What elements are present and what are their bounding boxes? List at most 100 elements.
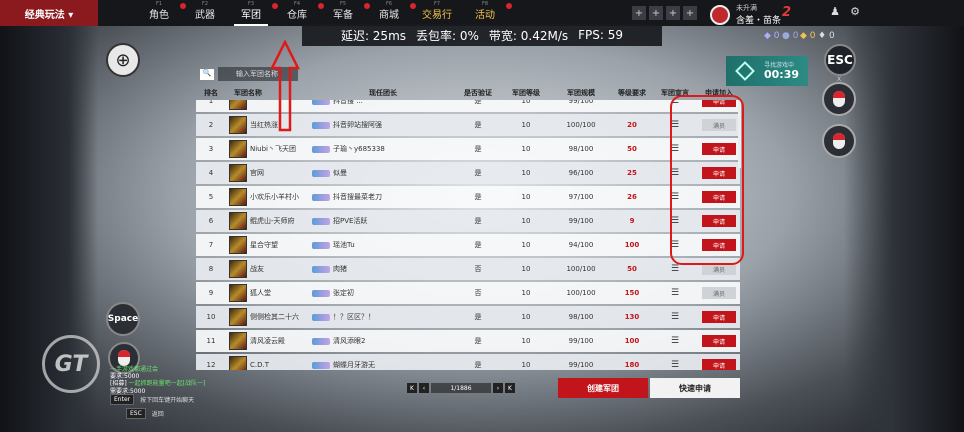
legion-emblem-icon <box>229 100 247 110</box>
row-level: 10 <box>521 217 531 225</box>
apply-button[interactable]: 申请 <box>702 335 736 347</box>
row-requirement: 26 <box>627 193 637 201</box>
row-verified: 是 <box>474 169 482 177</box>
declaration-list-icon[interactable]: ☰ <box>652 288 698 298</box>
tab-warehouse[interactable]: F4 仓库 <box>274 0 324 26</box>
leader-name: 瑶池Tu <box>333 241 355 249</box>
table-row[interactable]: 12 C.D.T 蝴蝶月牙游无 是 10 99/100 180 ☰ 申请 <box>196 354 740 370</box>
declaration-list-icon[interactable]: ☰ <box>652 336 698 346</box>
tab-key: F6 <box>385 1 393 7</box>
legion-emblem-icon <box>229 188 247 206</box>
mode-selector[interactable]: 经典玩法 ▾ <box>0 0 98 26</box>
declaration-list-icon[interactable]: ☰ <box>652 264 698 274</box>
tab-event[interactable]: F8 活动 <box>462 0 512 26</box>
row-size: 99/100 <box>568 100 594 105</box>
currency-value: 0 <box>828 31 835 41</box>
matchmaking-timer: 00:39 <box>764 68 800 81</box>
fps-text: FPS: 59 <box>578 28 624 42</box>
tab-label: 角色 <box>149 9 169 21</box>
user-name[interactable]: 含羞・苗条 <box>736 13 781 26</box>
apply-button[interactable]: 申请 <box>702 311 736 323</box>
legion-emblem-icon <box>229 164 247 182</box>
row-verified: 是 <box>474 361 482 369</box>
tab-legion[interactable]: F3 军团 <box>228 0 278 26</box>
table-row[interactable]: 4 官网 似曼是 10 96/100 25 ☰ 申请 <box>196 162 740 184</box>
declaration-list-icon[interactable]: ☰ <box>652 312 698 322</box>
tab-trade[interactable]: F7 交易行 <box>412 0 462 26</box>
currency-coin: ● 0 <box>782 31 799 41</box>
last-page-button[interactable]: K <box>505 383 515 393</box>
pagination: K ‹ 1/1886 › K <box>407 382 515 394</box>
avatar[interactable] <box>710 5 730 25</box>
row-legion-name: 清风凌云殿 <box>250 337 285 345</box>
table-row[interactable]: 3 Niubi丶飞天团 子瑜丶y685338 是 10 98/100 50 ☰ 申请 <box>196 138 740 160</box>
tab-role[interactable]: F1 角色 <box>136 0 186 26</box>
mouse-right-button[interactable] <box>822 124 856 158</box>
packet-loss-text: 丢包率: 0% <box>416 28 479 43</box>
create-legion-button[interactable]: 创建军团 <box>558 378 648 398</box>
table-row[interactable]: 5 小欢乐小羊村小 抖音搜最菜老刀是 10 97/100 26 ☰ 申请 <box>196 186 740 208</box>
row-leader: 瑶池Tu <box>312 240 454 250</box>
tab-weapon[interactable]: F2 武器 <box>182 0 228 26</box>
space-key-button[interactable]: Space <box>106 302 140 336</box>
table-row[interactable]: 9 狐人堂 张定初 否 10 100/100 150 ☰ 满员 <box>196 282 740 304</box>
row-legion-name: C.D.T <box>250 361 270 369</box>
emblem-cell <box>226 100 250 110</box>
table-row[interactable]: 11 清风凌云殿 清风添眼2 是 10 99/100 100 ☰ 申请 <box>196 330 740 352</box>
apply-button[interactable]: 申请 <box>702 359 736 370</box>
row-requirement: 150 <box>624 289 640 297</box>
row-leader: 招PVE活跃 <box>312 216 454 226</box>
table-row[interactable]: 8 战友 肉猪否 10 100/100 50 ☰ 满员 <box>196 258 740 280</box>
legion-emblem-icon <box>229 140 247 158</box>
tab-label: 仓库 <box>287 9 307 21</box>
first-page-button[interactable]: K <box>407 383 417 393</box>
add-slot-button[interactable]: + <box>683 6 697 20</box>
latency-text: 延迟: 25ms <box>340 28 407 43</box>
apply-cell: 申请 <box>698 335 740 347</box>
table-row[interactable]: 10 侧侧检其二十六 ！？区区？！ 是 10 98/100 130 ☰ 申请 <box>196 306 740 328</box>
add-slot-button[interactable]: + <box>649 6 663 20</box>
apply-button[interactable]: 满员 <box>702 287 736 299</box>
apply-cell: 申请 <box>698 311 740 323</box>
enter-hint[interactable]: Enter 按下回车键开始聊天 <box>110 394 194 405</box>
next-page-button[interactable]: › <box>493 383 503 393</box>
table-row[interactable]: 7 星合守望 瑶池Tu 是 10 94/100 100 ☰ 申请 <box>196 234 740 256</box>
leader-name: 招PVE活跃 <box>333 217 368 225</box>
tab-shop[interactable]: F6 商城 <box>366 0 416 26</box>
row-legion-name: 鲲虎山-天师府 <box>250 217 295 225</box>
zoom-in-button[interactable]: ⊕ <box>106 43 140 77</box>
quick-apply-button[interactable]: 快速申请 <box>650 378 740 398</box>
row-verified: 是 <box>474 313 482 321</box>
arrow-annotation <box>270 40 300 132</box>
row-legion-name: 星合守望 <box>250 241 278 249</box>
row-leader: 抖音卵站搜阿强 <box>312 120 454 130</box>
add-slot-button[interactable]: + <box>632 6 646 20</box>
row-level: 10 <box>521 313 531 321</box>
table-row[interactable]: 6 鲲虎山-天师府 招PVE活跃是 10 99/100 9 ☰ 申请 <box>196 210 740 232</box>
row-leader: 张定初 <box>312 288 454 298</box>
mouse-left-button[interactable] <box>822 82 856 116</box>
emblem-cell <box>226 260 250 278</box>
settings-icon[interactable]: ⚙ <box>848 5 862 19</box>
mouse-icon <box>833 133 845 149</box>
enter-key: Enter <box>110 394 135 405</box>
tab-label: 商城 <box>379 9 399 21</box>
row-verified: 是 <box>474 241 482 249</box>
row-rank: 7 <box>208 241 214 249</box>
row-legion-name: 侧侧检其二十六 <box>250 313 299 321</box>
col-requirement: 等级要求 <box>618 89 646 97</box>
row-rank: 8 <box>208 265 214 273</box>
declaration-list-icon[interactable]: ☰ <box>652 360 698 370</box>
row-leader: 似曼 <box>312 168 454 178</box>
row-size: 99/100 <box>568 361 594 369</box>
friends-icon[interactable]: ♟ <box>828 5 842 19</box>
row-rank: 5 <box>208 193 214 201</box>
prev-page-button[interactable]: ‹ <box>419 383 429 393</box>
search-icon[interactable]: 🔍 <box>200 69 214 80</box>
add-slot-button[interactable]: + <box>666 6 680 20</box>
esc-hint[interactable]: ESC 返回 <box>126 408 164 419</box>
row-size: 96/100 <box>568 169 594 177</box>
tab-armory[interactable]: F5 军备 <box>320 0 370 26</box>
esc-button[interactable]: ESC <box>824 44 856 76</box>
row-requirement: 50 <box>627 265 637 273</box>
